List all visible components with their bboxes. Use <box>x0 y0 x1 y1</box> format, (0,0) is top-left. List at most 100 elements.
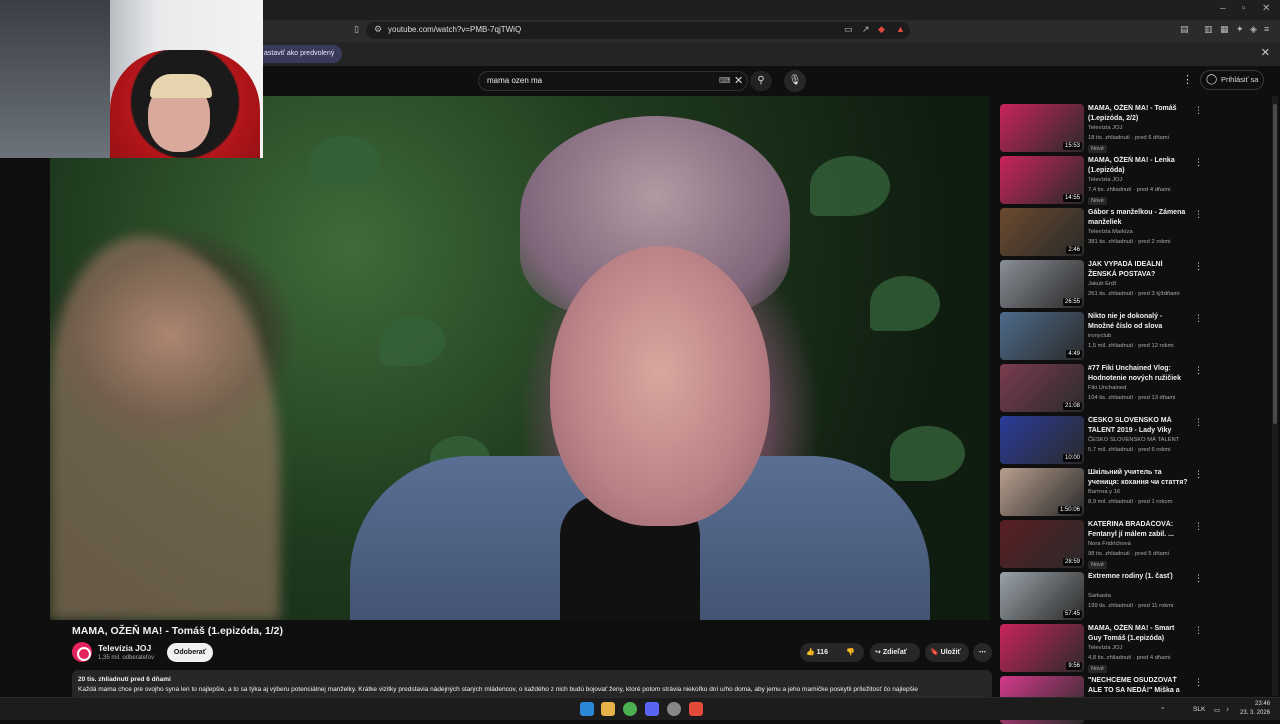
url-box[interactable]: ⚙ youtube.com/watch?v=PMB-7qjTWiQ ▭ ↗ ◆ … <box>366 22 910 39</box>
language-indicator[interactable]: SLK <box>1193 706 1205 713</box>
recommendation-item[interactable]: 2:46 Gábor s manželkou - Zámena manželie… <box>1000 208 1272 256</box>
recommendation-more-icon[interactable]: ⋮ <box>1194 105 1203 116</box>
recommendation-channel[interactable]: Sarkasta <box>1088 593 1111 599</box>
recommendation-channel[interactable]: Nora Fridrichová <box>1088 541 1131 547</box>
recommendation-thumbnail[interactable]: 14:55 <box>1000 156 1084 204</box>
recommendation-title[interactable]: KATEŘINA BRADÁČOVÁ: Fentanyl jí málem za… <box>1088 520 1188 539</box>
obs-icon[interactable] <box>667 702 681 716</box>
recommendation-thumbnail[interactable]: 15:53 <box>1000 104 1084 152</box>
search-query[interactable]: mama ozen ma <box>487 76 542 85</box>
recommendation-item[interactable]: 15:53 MAMA, OŽEŇ MA! - Tomáš (1.epizóda,… <box>1000 104 1272 153</box>
search-input[interactable]: mama ozen ma ⌨ ✕ <box>478 71 748 91</box>
video-description[interactable]: 20 tis. zhliadnutí pred 6 dňami Každá ma… <box>72 670 992 700</box>
recommendation-thumbnail[interactable]: 1:50:06 <box>1000 468 1084 516</box>
channel-name[interactable]: Televízia JOJ <box>98 643 151 653</box>
maximize-icon[interactable]: ▫ <box>1242 3 1246 14</box>
more-actions-button[interactable]: ⋯ <box>973 643 992 662</box>
recommendation-channel[interactable]: Televízia JOJ <box>1088 125 1122 131</box>
recommendation-thumbnail[interactable]: 28:59 <box>1000 520 1084 568</box>
menu-icon[interactable]: ≡ <box>1264 24 1269 34</box>
recommendation-thumbnail[interactable]: 9:56 <box>1000 624 1084 672</box>
recommendation-more-icon[interactable]: ⋮ <box>1194 209 1203 220</box>
site-info-icon[interactable]: ⚙ <box>374 24 382 35</box>
recommendation-more-icon[interactable]: ⋮ <box>1194 677 1203 688</box>
url-text[interactable]: youtube.com/watch?v=PMB-7qjTWiQ <box>388 25 521 34</box>
recommendation-more-icon[interactable]: ⋮ <box>1194 573 1203 584</box>
recommendation-item[interactable]: 4:49 Nikto nie je dokonalý - Množné čísl… <box>1000 312 1272 360</box>
signin-button[interactable]: ◯ Prihlásiť sa <box>1200 70 1264 90</box>
system-clock[interactable]: 23:46 23. 3. 2026 <box>1240 700 1270 718</box>
dislike-button[interactable]: 👎 <box>846 643 855 662</box>
wallet-icon[interactable]: ▦ <box>1220 24 1229 35</box>
recommendation-title[interactable]: Gábor s manželkou - Zámena manželiek <box>1088 208 1188 227</box>
discord-icon[interactable] <box>645 702 659 716</box>
recommendation-item[interactable]: 1:50:06 Шкільний учитель та учениця: кох… <box>1000 468 1272 516</box>
recommendation-item[interactable]: 57:45 Extremne rodiny (1. časť) Sarkasta… <box>1000 572 1272 620</box>
save-button[interactable]: 🔖 Uložiť <box>925 643 969 662</box>
recommendation-channel[interactable]: Televízia JOJ <box>1088 177 1122 183</box>
share-page-icon[interactable]: ↗ <box>862 24 870 35</box>
recommendation-title[interactable]: Шкільний учитель та учениця: кохання чи … <box>1088 468 1188 488</box>
settings-more-icon[interactable]: ⋮ <box>1182 73 1193 86</box>
file-explorer-icon[interactable] <box>601 702 615 716</box>
volume-icon[interactable]: ♪ <box>1226 706 1229 713</box>
recommendation-title[interactable]: Nikto nie je dokonalý - Množné číslo od … <box>1088 312 1188 332</box>
recommendation-thumbnail[interactable]: 4:49 <box>1000 312 1084 360</box>
share-button[interactable]: ↪ Zdieľať <box>870 643 920 662</box>
recommendation-title[interactable]: ČESKO SLOVENSKO MÁ TALENT 2019 - Lady Vi… <box>1088 416 1188 436</box>
recommendation-thumbnail[interactable]: 21:08 <box>1000 364 1084 412</box>
recommendation-item[interactable]: 14:55 MAMA, OŽEŇ MA! - Lenka (1.epizóda)… <box>1000 156 1272 205</box>
recommendation-item[interactable]: 28:59 KATEŘINA BRADÁČOVÁ: Fentanyl jí má… <box>1000 520 1272 569</box>
search-button[interactable]: ⚲ <box>750 71 772 91</box>
voice-search-button[interactable]: 🎙 <box>784 70 806 92</box>
recommendation-channel[interactable]: Fiki Unchained <box>1088 385 1126 391</box>
channel-avatar[interactable] <box>72 642 92 662</box>
vpn-icon[interactable]: ◈ <box>1250 24 1257 35</box>
recommendation-thumbnail[interactable]: 57:45 <box>1000 572 1084 620</box>
recommendation-more-icon[interactable]: ⋮ <box>1194 625 1203 636</box>
set-default-button[interactable]: astaviť ako predvolený <box>250 45 343 63</box>
network-icon[interactable]: ▭ <box>1214 706 1220 714</box>
windows-start-icon[interactable] <box>580 702 594 716</box>
recommendation-thumbnail[interactable]: 10:00 <box>1000 416 1084 464</box>
video-player[interactable] <box>50 96 990 620</box>
recommendation-more-icon[interactable]: ⋮ <box>1194 365 1203 376</box>
recommendation-channel[interactable]: Televízia Markíza <box>1088 229 1133 235</box>
recommendation-channel[interactable]: ironyclub <box>1088 333 1111 339</box>
recommendation-item[interactable]: 10:00 ČESKO SLOVENSKO MÁ TALENT 2019 - L… <box>1000 416 1272 464</box>
close-infobar-icon[interactable]: ✕ <box>1261 46 1270 59</box>
cast-icon[interactable]: ▭ <box>844 24 853 35</box>
recommendation-title[interactable]: MAMA, OŽEŇ MA! - Smart Guy Tomáš (1.epiz… <box>1088 624 1188 643</box>
recommendation-title[interactable]: "NECHCEME OSUDZOVAŤ ALE TO SA NEDÁ!" Miš… <box>1088 676 1188 696</box>
recommendation-item[interactable]: 26:55 JAK VYPADÁ IDEÁLNÍ ŽENSKÁ POSTAVA?… <box>1000 260 1272 308</box>
brave-shield-icon[interactable]: ◆ <box>878 24 885 35</box>
recommendation-thumbnail[interactable]: 2:46 <box>1000 208 1084 256</box>
recommendation-title[interactable]: MAMA, OŽEŇ MA! - Tomáš (1.epizóda, 2/2) <box>1088 104 1188 123</box>
recommendation-more-icon[interactable]: ⋮ <box>1194 261 1203 272</box>
page-scrollbar[interactable] <box>1272 96 1278 696</box>
recommendation-more-icon[interactable]: ⋮ <box>1194 157 1203 168</box>
close-window-icon[interactable]: ✕ <box>1262 3 1270 14</box>
rewards-icon[interactable]: ▲ <box>896 24 905 34</box>
recommendation-thumbnail[interactable]: 26:55 <box>1000 260 1084 308</box>
subscribe-button[interactable]: Odoberať <box>167 643 213 662</box>
recommendation-channel[interactable]: Televízia JOJ <box>1088 645 1122 651</box>
brave-icon[interactable] <box>689 702 703 716</box>
recommendation-title[interactable]: #77 Fiki Unchained Vlog: Hodnotenie nový… <box>1088 364 1188 383</box>
bookmark-icon[interactable]: ▯ <box>354 24 359 35</box>
clear-search-icon[interactable]: ✕ <box>734 74 743 87</box>
recommendation-channel[interactable]: ČESKO SLOVENSKO MÁ TALENT <box>1088 437 1179 443</box>
recommendation-item[interactable]: 9:56 MAMA, OŽEŇ MA! - Smart Guy Tomáš (1… <box>1000 624 1272 673</box>
minimize-icon[interactable]: – <box>1220 3 1226 14</box>
recommendation-title[interactable]: MAMA, OŽEŇ MA! - Lenka (1.epizóda) <box>1088 156 1188 175</box>
recommendation-more-icon[interactable]: ⋮ <box>1194 313 1203 324</box>
recommendation-title[interactable]: JAK VYPADÁ IDEÁLNÍ ŽENSKÁ POSTAVA? <box>1088 260 1188 279</box>
recommendation-more-icon[interactable]: ⋮ <box>1194 417 1203 428</box>
recommendation-channel[interactable]: Jakub Enžl <box>1088 281 1116 287</box>
extensions-icon[interactable]: ✦ <box>1236 24 1244 35</box>
recommendation-more-icon[interactable]: ⋮ <box>1194 521 1203 532</box>
chrome-icon[interactable] <box>623 702 637 716</box>
recommendation-channel[interactable]: Вагітна у 16 <box>1088 489 1120 495</box>
reader-icon[interactable]: ▤ <box>1180 24 1189 35</box>
keyboard-icon[interactable]: ⌨ <box>719 76 731 85</box>
